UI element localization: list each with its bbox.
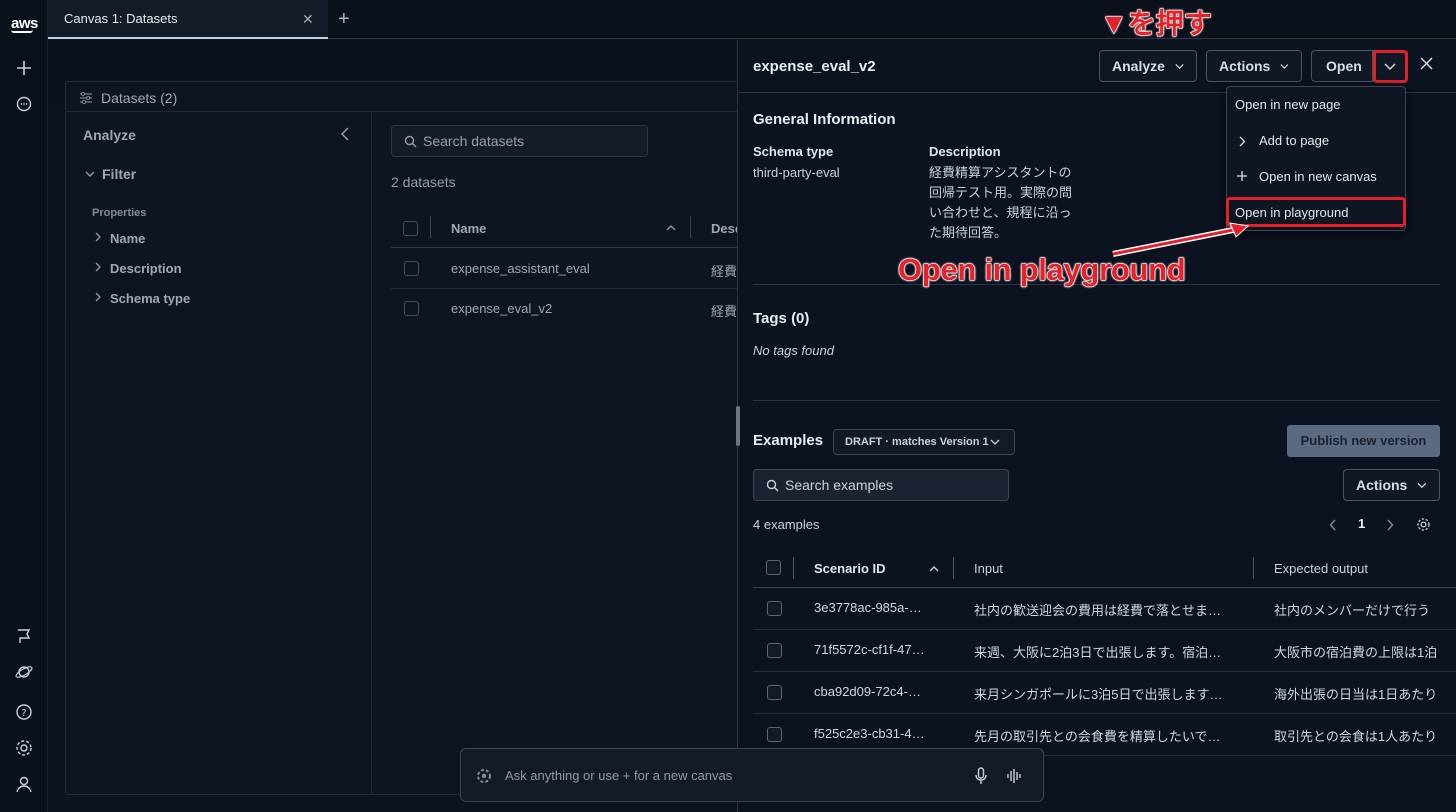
- table-settings-icon[interactable]: [1416, 517, 1431, 532]
- input-cell: 来月シンガポールに3泊5日で出張します…: [974, 687, 1223, 702]
- user-icon[interactable]: [14, 774, 34, 794]
- tab-canvas-1[interactable]: Canvas 1: Datasets ✕: [48, 0, 328, 39]
- table-row[interactable]: 71f5572c-cf1f-47… 来週、大阪に2泊3日で出張します。宿泊… 大…: [753, 630, 1456, 672]
- close-tab-icon[interactable]: ✕: [302, 11, 314, 28]
- aws-logo[interactable]: aws: [11, 15, 38, 33]
- scenario-id: f525c2e3-cb31-4…: [814, 726, 925, 741]
- select-all-examples-checkbox[interactable]: [766, 560, 781, 575]
- input-cell: 先月の取引先との会食費を精算したいで…: [974, 729, 1221, 744]
- scenario-id: 3e3778ac-985a-…: [814, 600, 922, 615]
- chevron-down-icon: [1280, 63, 1289, 69]
- new-tab-icon[interactable]: +: [338, 8, 350, 31]
- assistant-icon: [475, 767, 493, 785]
- examples-heading: Examples: [753, 432, 824, 449]
- plus-icon: [1236, 170, 1248, 182]
- actions-button[interactable]: Actions: [1206, 50, 1302, 82]
- analyze-button[interactable]: Analyze: [1099, 50, 1197, 82]
- general-info-heading: General Information: [753, 111, 896, 128]
- row-checkbox[interactable]: [767, 643, 782, 658]
- description-line: た期待回答。: [929, 225, 1008, 240]
- column-input[interactable]: Input: [974, 561, 1003, 576]
- input-cell: 社内の歓送迎会の費用は経費で落とせま…: [974, 603, 1222, 618]
- chat-input-bar[interactable]: Ask anything or use + for a new canvas: [460, 748, 1044, 802]
- search-icon: [766, 479, 779, 492]
- sort-asc-icon[interactable]: [929, 565, 939, 572]
- examples-count: 4 examples: [753, 517, 820, 532]
- publish-button[interactable]: Publish new version: [1287, 425, 1440, 457]
- chat-icon[interactable]: [14, 94, 34, 114]
- chat-placeholder: Ask anything or use + for a new canvas: [505, 768, 733, 783]
- left-rail: aws ?: [0, 0, 48, 812]
- chevron-right-icon: [1239, 136, 1246, 147]
- column-scenario-id[interactable]: Scenario ID: [814, 561, 886, 576]
- menu-open-new-canvas[interactable]: Open in new canvas: [1259, 169, 1377, 184]
- scenario-id: cba92d09-72c4-…: [814, 684, 921, 699]
- row-checkbox[interactable]: [767, 685, 782, 700]
- annotation-callout: Open in playground: [897, 252, 1186, 288]
- description-label: Description: [929, 144, 1001, 159]
- search-placeholder: Search examples: [785, 477, 894, 493]
- table-row[interactable]: 3e3778ac-985a-… 社内の歓送迎会の費用は経費で落とせま… 社内のメ…: [753, 588, 1456, 630]
- chevron-down-icon: [1417, 482, 1427, 488]
- annotation-press-arrow: ▼を押す: [1100, 8, 1213, 40]
- highlight-box-dropdown: [1373, 50, 1408, 83]
- schema-type-label: Schema type: [753, 144, 834, 159]
- examples-search-input[interactable]: Search examples: [753, 469, 1009, 501]
- chevron-down-icon: [990, 439, 1000, 445]
- chevron-down-icon: [1175, 63, 1184, 69]
- analyze-label: Analyze: [1112, 58, 1165, 74]
- prev-page-icon[interactable]: [1329, 519, 1337, 531]
- close-icon[interactable]: [1420, 57, 1433, 70]
- menu-open-new-page[interactable]: Open in new page: [1235, 97, 1341, 112]
- description-line: い合わせと、規程に沿っ: [929, 205, 1072, 220]
- tags-heading: Tags (0): [753, 310, 810, 327]
- no-tags-text: No tags found: [753, 343, 834, 358]
- voice-waveform-icon[interactable]: [1007, 768, 1021, 784]
- expected-cell: 取引先との会食は1人あたり: [1274, 729, 1438, 744]
- menu-add-to-page[interactable]: Add to page: [1259, 133, 1329, 148]
- feedback-icon[interactable]: [14, 626, 34, 646]
- drawer-title: expense_eval_v2: [753, 58, 876, 75]
- schema-type-value: third-party-eval: [753, 165, 840, 180]
- version-select[interactable]: DRAFT · matches Version 1: [833, 429, 1015, 455]
- examples-actions-button[interactable]: Actions: [1343, 469, 1440, 501]
- planet-icon[interactable]: [14, 662, 34, 682]
- column-expected-output[interactable]: Expected output: [1274, 561, 1368, 576]
- version-label: DRAFT · matches Version 1: [845, 436, 989, 448]
- description-line: 回帰テスト用。実際の問: [929, 185, 1073, 200]
- microphone-icon[interactable]: [975, 767, 987, 785]
- actions-label: Actions: [1356, 477, 1408, 493]
- expected-cell: 大阪市の宿泊費の上限は1泊: [1274, 645, 1438, 660]
- open-label: Open: [1326, 58, 1362, 74]
- resize-handle[interactable]: [736, 406, 740, 446]
- page-number[interactable]: 1: [1358, 516, 1365, 531]
- scenario-id: 71f5572c-cf1f-47…: [814, 642, 925, 657]
- plus-icon[interactable]: [14, 58, 34, 78]
- description-line: 経費精算アシスタントの: [929, 165, 1072, 180]
- settings-icon[interactable]: [14, 738, 34, 758]
- expected-cell: 海外出張の日当は1日あたり: [1274, 687, 1438, 702]
- next-page-icon[interactable]: [1386, 519, 1394, 531]
- input-cell: 来週、大阪に2泊3日で出張します。宿泊…: [974, 645, 1222, 660]
- expected-cell: 社内のメンバーだけで行う: [1274, 603, 1431, 618]
- tab-title: Canvas 1: Datasets: [64, 11, 178, 26]
- actions-label: Actions: [1219, 58, 1271, 74]
- help-icon[interactable]: ?: [14, 702, 34, 722]
- table-row[interactable]: cba92d09-72c4-… 来月シンガポールに3泊5日で出張します… 海外出…: [753, 672, 1456, 714]
- row-checkbox[interactable]: [767, 601, 782, 616]
- open-button[interactable]: Open: [1311, 50, 1373, 82]
- svg-text:?: ?: [21, 708, 26, 719]
- row-checkbox[interactable]: [767, 727, 782, 742]
